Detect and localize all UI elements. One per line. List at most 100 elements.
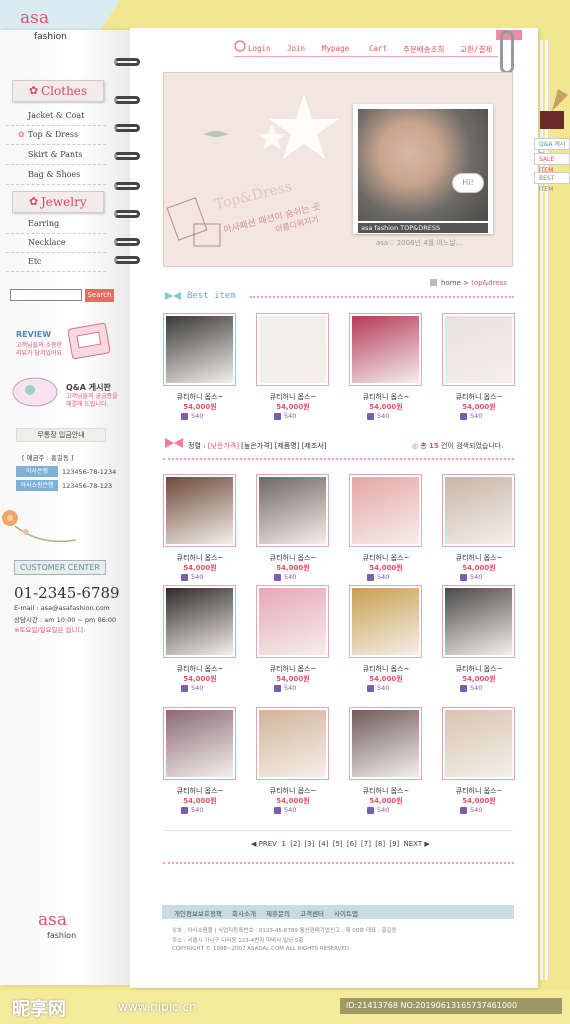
product-name[interactable]: 큐티허니 옵스~ — [439, 392, 519, 402]
product-price: 54,000원 — [462, 564, 496, 572]
product-name[interactable]: 큐티허니 옵스~ — [253, 664, 333, 674]
menu-item-etc[interactable]: Etc — [6, 254, 106, 272]
footer-link-support[interactable]: 고객센터 — [300, 908, 324, 918]
product-name[interactable]: 큐티허니 옵스~ — [160, 553, 240, 563]
product-thumbnail[interactable] — [163, 474, 236, 547]
product-thumbnail[interactable] — [349, 707, 422, 780]
footer-link-about[interactable]: 회사소개 — [232, 908, 256, 918]
product-thumbnail[interactable] — [442, 585, 515, 658]
mileage-icon — [460, 412, 467, 420]
product-thumbnail[interactable] — [256, 313, 329, 386]
product-name[interactable]: 큐티허니 옵스~ — [346, 553, 426, 563]
product-name[interactable]: 큐티허니 옵스~ — [439, 664, 519, 674]
product-thumbnail[interactable] — [163, 585, 236, 658]
product-mileage: 540 — [274, 806, 296, 814]
product-thumbnail[interactable] — [442, 707, 515, 780]
nav-login[interactable]: Login — [248, 44, 271, 53]
footer-link-privacy[interactable]: 개인정보보호정책 — [174, 908, 222, 918]
product-name[interactable]: 큐티허니 옵스~ — [160, 786, 240, 796]
page-2[interactable]: [2] — [290, 840, 300, 848]
product-name[interactable]: 큐티허니 옵스~ — [160, 664, 240, 674]
flower-icon: ✿ — [29, 84, 39, 97]
menu-item-earring[interactable]: Earring — [6, 216, 106, 234]
menu-item-jacket-coat[interactable]: Jacket & Coat — [6, 108, 106, 126]
banner-caption: asa fashion TOP&DRESS — [358, 223, 488, 233]
breadcrumb-home[interactable]: home — [441, 279, 461, 287]
product-name[interactable]: 큐티허니 옵스~ — [253, 392, 333, 402]
footer-logo: asa — [38, 910, 67, 930]
product-name[interactable]: 큐티허니 옵스~ — [253, 553, 333, 563]
menu-item-top-dress[interactable]: ✿ Top & Dress — [6, 127, 106, 145]
product-name[interactable]: 큐티허니 옵스~ — [160, 392, 240, 402]
product-mileage: 540 — [274, 684, 296, 692]
menu-item-necklace[interactable]: Necklace — [6, 235, 106, 253]
product-thumbnail[interactable] — [256, 707, 329, 780]
sort-name[interactable]: [제품명] — [275, 442, 300, 450]
sort-low-price[interactable]: [낮은가격] — [208, 442, 239, 450]
side-tab-qa[interactable]: Q&A 게시판 — [534, 138, 570, 159]
page-7[interactable]: [7] — [361, 840, 371, 848]
product-thumbnail[interactable] — [442, 474, 515, 547]
footer-copyright: COPYRIGHT © 1998~2007 ASADAL.COM ALL RIG… — [172, 946, 351, 952]
product-name[interactable]: 큐티허니 옵스~ — [346, 664, 426, 674]
product-image — [445, 316, 512, 383]
bow-icon — [165, 438, 183, 448]
product-thumbnail[interactable] — [256, 474, 329, 547]
product-name[interactable]: 큐티허니 옵스~ — [346, 786, 426, 796]
nav-mypage[interactable]: Mypage — [322, 44, 349, 53]
nav-order-tracking[interactable]: 주문배송조회 — [403, 44, 444, 55]
menu-item-bag-shoes[interactable]: Bag & Shoes — [6, 167, 106, 185]
mileage-icon — [274, 573, 281, 581]
category-clothes[interactable]: ✿ Clothes — [12, 80, 104, 102]
grid-bottom-line — [163, 830, 514, 831]
result-count: ◎ 총 15 건이 검색되었습니다. — [412, 442, 504, 450]
product-name[interactable]: 큐티허니 옵스~ — [253, 786, 333, 796]
sewing-icon — [12, 377, 58, 407]
product-name[interactable]: 큐티허니 옵스~ — [439, 786, 519, 796]
product-thumbnail[interactable] — [256, 585, 329, 658]
notebook-icon — [67, 322, 111, 360]
page-1[interactable]: 1 — [281, 840, 286, 848]
footer-link-sitemap[interactable]: 사이트맵 — [334, 908, 358, 918]
product-price: 54,000원 — [369, 564, 403, 572]
nav-exchange[interactable]: 교환/결제 — [460, 44, 492, 55]
best-item-title: Best item — [187, 291, 236, 301]
qa-title[interactable]: Q&A 게시판 — [66, 382, 111, 393]
bank-account: 123456-78-1234 — [62, 468, 117, 476]
watermark-id: ID:21413768 NO:20190613165737461000 — [340, 998, 562, 1014]
nav-join[interactable]: Join — [287, 44, 305, 53]
menu-item-skirt-pants[interactable]: Skirt & Pants — [6, 147, 106, 165]
product-thumbnail[interactable] — [349, 313, 422, 386]
page-3[interactable]: [3] — [304, 840, 314, 848]
search-button[interactable]: Search — [85, 289, 114, 302]
product-name[interactable]: 큐티허니 옵스~ — [439, 553, 519, 563]
category-jewelry[interactable]: ✿ Jewelry — [12, 191, 104, 213]
search-input[interactable] — [10, 289, 82, 301]
product-price: 54,000원 — [462, 403, 496, 411]
page-8[interactable]: [8] — [375, 840, 385, 848]
page-5[interactable]: [5] — [333, 840, 343, 848]
product-price: 54,000원 — [276, 403, 310, 411]
product-thumbnail[interactable] — [442, 313, 515, 386]
product-thumbnail[interactable] — [349, 474, 422, 547]
page-9[interactable]: [9] — [389, 840, 399, 848]
page-6[interactable]: [6] — [347, 840, 357, 848]
footer-link-partnership[interactable]: 제휴문의 — [266, 908, 290, 918]
next-button[interactable]: NEXT ▶ — [404, 840, 430, 848]
product-name[interactable]: 큐티허니 옵스~ — [346, 392, 426, 402]
product-thumbnail[interactable] — [163, 313, 236, 386]
pagination: ◀ PREV 1 [2] [3] [4] [5] [6] [7] [8] [9]… — [250, 840, 431, 848]
product-thumbnail[interactable] — [163, 707, 236, 780]
prev-button[interactable]: ◀ PREV — [251, 840, 277, 848]
product-image — [166, 477, 233, 544]
product-thumbnail[interactable] — [349, 585, 422, 658]
page-4[interactable]: [4] — [319, 840, 329, 848]
logo[interactable]: asa — [20, 8, 49, 28]
sort-high-price[interactable]: [높은가격] — [241, 442, 272, 450]
review-title[interactable]: REVIEW — [16, 330, 51, 339]
mileage-icon — [460, 806, 467, 814]
side-tab-sale[interactable]: SALE ITEM — [534, 153, 570, 174]
nav-cart[interactable]: Cart — [369, 44, 387, 53]
side-tab-best[interactable]: BEST ITEM — [534, 172, 570, 193]
sort-maker[interactable]: [제조사] — [302, 442, 327, 450]
